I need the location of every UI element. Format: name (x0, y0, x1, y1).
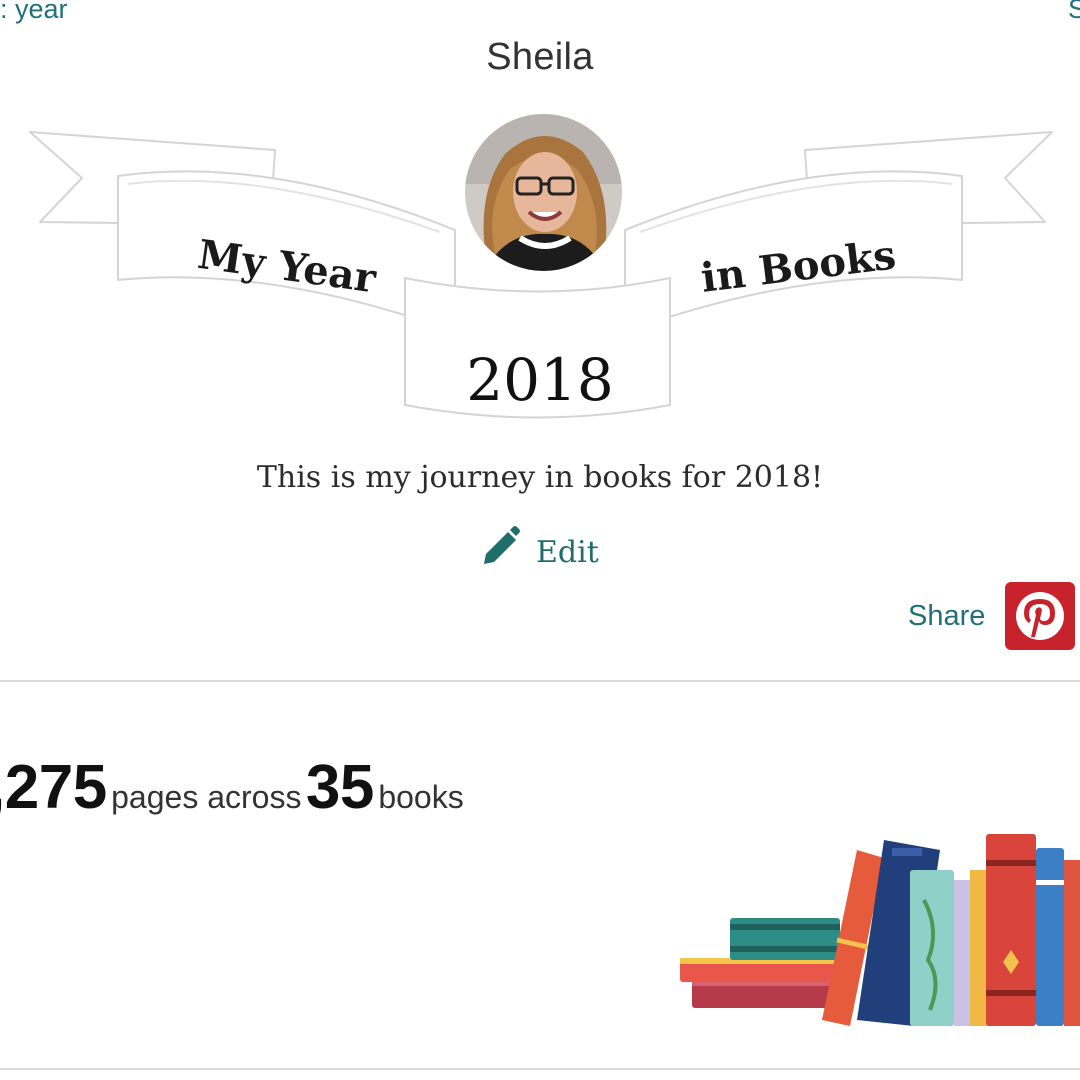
section-divider (0, 680, 1080, 682)
edit-label: Edit (536, 534, 599, 570)
pages-label: pages across (111, 779, 302, 815)
pencil-icon (480, 524, 522, 571)
avatar (463, 112, 624, 273)
user-name: Sheila (486, 36, 594, 78)
pinterest-share-button[interactable] (1005, 582, 1075, 650)
books-count: 35 (305, 753, 374, 822)
edit-button[interactable]: Edit (480, 522, 599, 572)
share-label[interactable]: Share (908, 600, 985, 633)
books-label: books (378, 779, 464, 815)
reading-stats: ,275 pages across 35 books (0, 752, 464, 823)
books-illustration (680, 834, 1080, 1026)
next-link[interactable]: S (1068, 0, 1080, 25)
pages-count: ,275 (0, 753, 107, 822)
page-description: This is my journey in books for 2018! (256, 460, 824, 495)
banner-year: 2018 (466, 346, 614, 414)
section-divider (0, 1068, 1080, 1070)
previous-year-link[interactable]: : year (0, 0, 68, 25)
pinterest-icon (1016, 592, 1064, 640)
